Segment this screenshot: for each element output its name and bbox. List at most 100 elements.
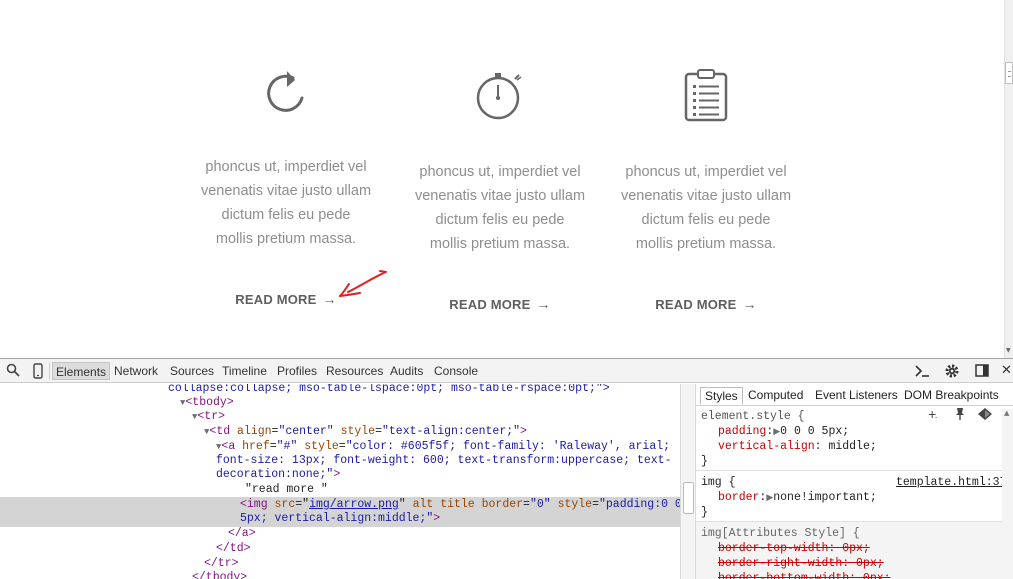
scroll-up-arrow-icon[interactable]: ▲ — [1004, 409, 1009, 417]
page-scrollbar[interactable]: ▼ — [1004, 0, 1013, 358]
attr-value: "center" — [278, 425, 334, 438]
dom-line[interactable]: </tr> — [204, 557, 239, 572]
tab-computed[interactable]: Computed — [744, 387, 807, 405]
styles-scrollbar[interactable]: ▲ — [1002, 409, 1013, 579]
dom-line[interactable]: </td> — [216, 542, 251, 557]
style-declaration[interactable]: padding:▶0 0 0 5px; — [718, 424, 849, 440]
tab-styles[interactable]: Styles — [700, 387, 743, 405]
css-value: middle; — [828, 440, 877, 453]
arrow-right-icon: → — [742, 296, 757, 312]
stopwatch-icon — [476, 70, 524, 126]
attr-value: "color: #605f5f; font-family: 'Raleway',… — [345, 440, 671, 453]
tag-name: </tr> — [204, 557, 239, 570]
attr-value: collapse:collapse; mso-table-lspace:0pt;… — [168, 384, 610, 395]
console-drawer-icon[interactable] — [914, 364, 930, 380]
text-line: phoncus ut, imperdiet vel — [205, 159, 367, 175]
text-line: mollis pretium massa. — [215, 231, 357, 247]
new-rule-dot-icon: . — [934, 413, 939, 421]
dom-line[interactable]: </a> — [228, 527, 256, 542]
text-line: dictum felis eu pede — [221, 207, 351, 223]
device-mode-icon[interactable] — [32, 363, 44, 379]
dom-line[interactable]: ▼<tbody> — [180, 396, 234, 411]
attr-name: border — [481, 498, 524, 511]
css-property: vertical-align — [718, 440, 815, 453]
tab-dom-breakpoints[interactable]: DOM Breakpoints — [900, 387, 1003, 405]
rule-divider — [696, 470, 1013, 471]
rule-source-link[interactable]: template.html:37 — [896, 475, 1006, 490]
rule-close: } — [701, 506, 708, 519]
dom-line-selected[interactable]: <img src="img/arrow.png" alt title borde… — [240, 498, 680, 513]
styles-sidebar: Styles Computed Event Listeners DOM Brea… — [696, 384, 1013, 579]
read-more-link-2[interactable]: READ MORE → — [400, 296, 600, 312]
arrow-right-icon: → — [536, 296, 551, 312]
text-line: venenatis vitae justo ullam — [620, 188, 792, 204]
dom-line[interactable]: ▼<td align="center" style="text-align:ce… — [204, 425, 527, 440]
overridden-declaration: border-right-width: 0px; — [718, 557, 884, 570]
search-icon[interactable] — [6, 363, 20, 379]
attr-name: style — [304, 440, 339, 453]
read-more-label: READ MORE — [655, 297, 737, 312]
dom-line[interactable]: </tbody> — [192, 571, 247, 579]
tab-event-listeners[interactable]: Event Listeners — [811, 387, 902, 405]
text-line: dictum felis eu pede — [435, 212, 565, 228]
attr-value: font-size: 13px; font-weight: 600; text-… — [216, 454, 672, 467]
attr-value: 5px; vertical-align:middle;" — [240, 512, 434, 525]
text-line: mollis pretium massa. — [635, 236, 777, 252]
text-line: phoncus ut, imperdiet vel — [419, 164, 581, 180]
tab-sources[interactable]: Sources — [167, 362, 217, 380]
attr-name: align — [237, 425, 272, 438]
rule-selector: img { — [701, 476, 736, 489]
tag-name: <tbody> — [185, 396, 234, 409]
tag-name: td — [216, 425, 231, 438]
tab-audits[interactable]: Audits — [387, 362, 426, 380]
src-link[interactable]: img/arrow.png — [309, 498, 399, 511]
dom-line[interactable]: ▼<a href="#" style="color: #605f5f; font… — [216, 440, 670, 455]
red-hand-drawn-arrow-icon — [339, 270, 387, 297]
page-scrollbar-thumb[interactable] — [1005, 62, 1013, 84]
dock-side-icon[interactable] — [975, 364, 989, 380]
toolbar-divider — [49, 363, 50, 379]
read-more-label: READ MORE — [449, 297, 531, 312]
color-format-icon[interactable] — [978, 408, 992, 424]
pin-icon[interactable] — [954, 407, 966, 425]
text-node: "read more " — [245, 483, 328, 496]
tab-elements[interactable]: Elements — [52, 362, 111, 380]
dom-line: decoration:none;"> — [216, 468, 341, 481]
tag-name: <tr> — [197, 410, 226, 423]
attr-name: href — [242, 440, 270, 453]
tab-timeline[interactable]: Timeline — [219, 362, 270, 380]
dom-line[interactable]: ▼<tr> — [192, 410, 225, 425]
dom-pane-scrollbar[interactable] — [680, 384, 696, 579]
css-property: border — [718, 491, 760, 504]
dom-scrollbar-thumb[interactable] — [683, 482, 694, 514]
devtools-panel: Elements Network Sources Timeline Profil… — [0, 358, 1013, 579]
devtools-toolbar: Elements Network Sources Timeline Profil… — [0, 359, 1013, 383]
feature-text-2: phoncus ut, imperdiet vel venenatis vita… — [400, 160, 600, 256]
feature-text-3: phoncus ut, imperdiet vel venenatis vita… — [606, 160, 806, 256]
close-icon[interactable]: ✕ — [1001, 362, 1012, 378]
scroll-down-arrow-icon[interactable]: ▼ — [1006, 347, 1011, 354]
style-declaration[interactable]: vertical-align: middle; — [718, 439, 877, 454]
css-value: none!important; — [773, 491, 877, 504]
tab-network[interactable]: Network — [111, 362, 161, 380]
dom-line: font-size: 13px; font-weight: 600; text-… — [216, 454, 671, 469]
text-line: dictum felis eu pede — [641, 212, 771, 228]
tab-profiles[interactable]: Profiles — [274, 362, 320, 380]
rule-selector: img[Attributes Style] { — [701, 527, 860, 540]
text-line: venenatis vitae justo ullam — [200, 183, 372, 199]
style-declaration[interactable]: border:▶none!important; — [718, 490, 877, 506]
dom-line[interactable]: "read more " — [245, 483, 328, 498]
read-more-link-3[interactable]: READ MORE → — [606, 296, 806, 312]
css-property: padding — [718, 425, 767, 438]
settings-gear-icon[interactable] — [944, 363, 960, 379]
tab-resources[interactable]: Resources — [323, 362, 386, 380]
tag-name: a — [228, 440, 236, 453]
tab-console[interactable]: Console — [431, 362, 481, 380]
attr-value: "#" — [276, 440, 298, 453]
rule-close: } — [701, 455, 708, 468]
text-line: phoncus ut, imperdiet vel — [625, 164, 787, 180]
attr-value: "0" — [529, 498, 551, 511]
tag-name: img — [246, 498, 268, 511]
css-value: 0 0 0 5px; — [780, 425, 850, 438]
attr-value: "text-align:center;" — [382, 425, 521, 438]
